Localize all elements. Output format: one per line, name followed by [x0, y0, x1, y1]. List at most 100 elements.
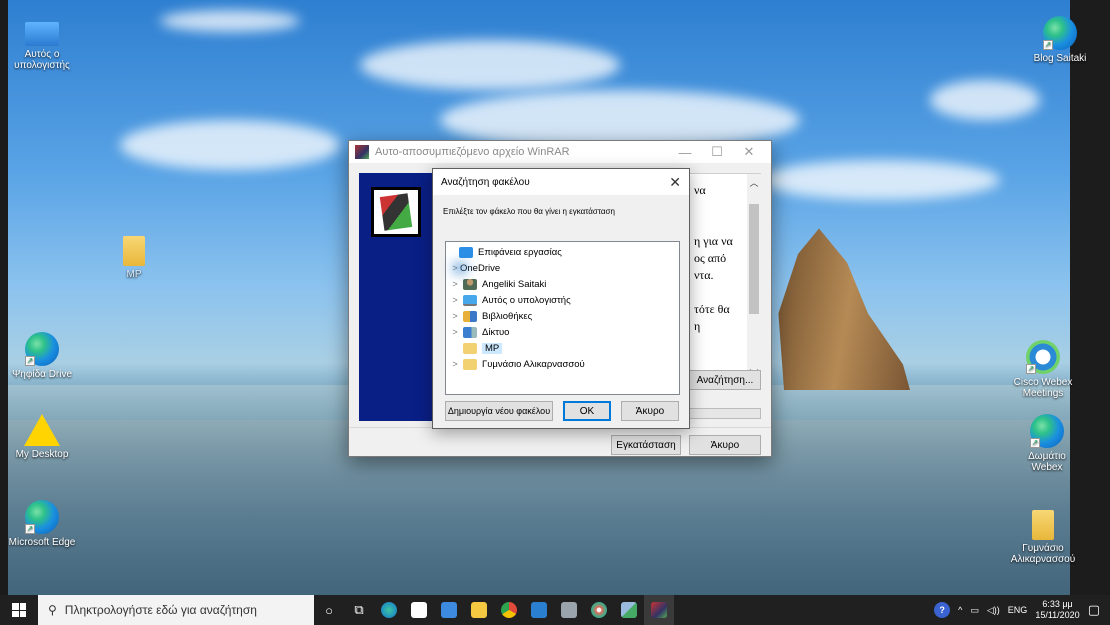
- close-icon[interactable]: ✕: [733, 144, 765, 160]
- desktop-icon-this-pc[interactable]: Αυτός ο υπολογιστής: [4, 16, 80, 71]
- browse-button[interactable]: Αναζήτηση...: [689, 370, 761, 390]
- dialog-title: Αναζήτηση φακέλου: [441, 176, 530, 188]
- desktop-icon: [459, 246, 473, 258]
- taskbar-search[interactable]: ⚲ Πληκτρολογήστε εδώ για αναζήτηση: [38, 595, 314, 625]
- desktop-icon-webex-room[interactable]: ↗ Δωμάτιο Webex: [1012, 414, 1082, 473]
- paint-icon[interactable]: [584, 595, 614, 625]
- dialog-hint: Επιλέξτε τον φάκελο που θα γίνει η εγκατ…: [443, 207, 615, 216]
- desktop-icon-label: My Desktop: [15, 449, 69, 460]
- chrome-icon[interactable]: [494, 595, 524, 625]
- scrollbar-thumb[interactable]: [749, 204, 759, 314]
- maximize-icon[interactable]: ☐: [701, 144, 733, 160]
- monitor-icon: [463, 294, 477, 306]
- taskbar: ⚲ Πληκτρολογήστε εδώ για αναζήτηση ○ ⧉ ?…: [0, 595, 1110, 625]
- desktop-icon-gymnasio-folder[interactable]: Γυμνάσιο Αλικαρνασσού: [1008, 510, 1078, 565]
- edge-taskbar-icon[interactable]: [374, 595, 404, 625]
- desktop-icon-cisco-webex[interactable]: ↗ Cisco Webex Meetings: [1008, 340, 1078, 399]
- info-scrollbar[interactable]: ︿ ﹀: [747, 174, 761, 382]
- chevron-right-icon[interactable]: >: [450, 311, 460, 321]
- cortana-icon[interactable]: ○: [314, 595, 344, 625]
- tree-item-libraries[interactable]: > Βιβλιοθήκες: [446, 308, 679, 324]
- calculator-icon[interactable]: [554, 595, 584, 625]
- shortcut-arrow-icon: ↗: [1030, 438, 1040, 448]
- task-view-icon[interactable]: ⧉: [344, 595, 374, 625]
- install-button[interactable]: Εγκατάσταση: [611, 435, 681, 455]
- tree-item-this-pc[interactable]: > Αυτός ο υπολογιστής: [446, 292, 679, 308]
- notification-icon[interactable]: ▢: [1088, 602, 1100, 618]
- desktop-icon-blog-saitaki[interactable]: ↗ Blog Saitaki: [1022, 16, 1098, 64]
- tree-item-desktop[interactable]: Επιφάνεια εργασίας: [446, 244, 679, 260]
- webex-icon: ↗: [1026, 340, 1060, 374]
- shortcut-arrow-icon: ↗: [1026, 364, 1036, 374]
- desktop-icon-psifida-drive[interactable]: ↗ Ψηφίδα Drive: [4, 332, 80, 380]
- progress-bar: [689, 408, 761, 419]
- archive-logo-icon: [371, 187, 421, 237]
- desktop-icon-label: Ψηφίδα Drive: [11, 369, 73, 380]
- desktop-icon-mp-folder[interactable]: MP: [96, 236, 172, 280]
- desktop-icon-label: Blog Saitaki: [1033, 53, 1087, 64]
- tree-item-network[interactable]: > Δίκτυο: [446, 324, 679, 340]
- folder-tree: Επιφάνεια εργασίας > OneDrive > Angeliki…: [445, 241, 680, 395]
- language-indicator[interactable]: ENG: [1008, 605, 1028, 615]
- tree-item-mp[interactable]: MP: [446, 340, 679, 356]
- help-icon[interactable]: ?: [934, 602, 951, 618]
- tree-item-user[interactable]: > Angeliki Saitaki: [446, 276, 679, 292]
- desktop-icon-microsoft-edge[interactable]: ↗ Microsoft Edge: [4, 500, 80, 548]
- rock-formation: [778, 228, 910, 390]
- chevron-up-icon[interactable]: ^: [958, 605, 962, 615]
- user-icon: [463, 278, 477, 290]
- mail-icon[interactable]: [524, 595, 554, 625]
- winrar-icon: [355, 145, 369, 159]
- network-icon[interactable]: ▭: [970, 605, 979, 616]
- tree-item-label: Επιφάνεια εργασίας: [478, 246, 562, 258]
- minimize-icon[interactable]: —: [669, 145, 701, 160]
- volume-icon[interactable]: ◁)): [987, 605, 1000, 616]
- window-title: Αυτο-αποσυμπιεζόμενο αρχείο WinRAR: [375, 146, 570, 158]
- desktop-icon-label: Cisco Webex Meetings: [1013, 377, 1073, 399]
- cloud-icon: [453, 264, 467, 272]
- dropbox-icon[interactable]: [434, 595, 464, 625]
- tree-item-label: Δίκτυο: [482, 326, 510, 338]
- close-icon[interactable]: ✕: [669, 174, 681, 191]
- edge-icon: ↗: [1043, 16, 1077, 50]
- library-icon: [463, 310, 477, 322]
- new-folder-button[interactable]: Δημιουργία νέου φακέλου: [445, 401, 553, 421]
- cancel-button[interactable]: Άκυρο: [689, 435, 761, 455]
- tree-item-label: Αυτός ο υπολογιστής: [482, 294, 571, 306]
- edge-icon: ↗: [25, 332, 59, 366]
- desktop-icon-label: Microsoft Edge: [8, 537, 76, 548]
- window-titlebar[interactable]: Αυτο-αποσυμπιεζόμενο αρχείο WinRAR — ☐ ✕: [349, 141, 771, 163]
- desktop-icon-label: Γυμνάσιο Αλικαρνασσού: [1010, 543, 1076, 565]
- chevron-right-icon[interactable]: >: [450, 327, 460, 337]
- chevron-up-icon[interactable]: ︿: [748, 176, 760, 189]
- tree-item-label: MP: [482, 342, 503, 354]
- cloud: [120, 120, 340, 170]
- chevron-right-icon[interactable]: >: [450, 279, 460, 289]
- ok-button[interactable]: OK: [563, 401, 611, 421]
- snip-tool-icon[interactable]: [614, 595, 644, 625]
- winrar-taskbar-icon[interactable]: [644, 595, 674, 625]
- tree-item-gymnasio[interactable]: > Γυμνάσιο Αλικαρνασσού: [446, 356, 679, 372]
- tree-item-onedrive[interactable]: > OneDrive: [446, 260, 679, 276]
- folder-icon: [463, 342, 477, 354]
- clock[interactable]: 6:33 μμ 15/11/2020: [1035, 599, 1079, 621]
- desktop-icon-label: Αυτός ο υπολογιστής: [14, 49, 70, 71]
- dialog-titlebar[interactable]: Αναζήτηση φακέλου ✕: [433, 169, 689, 195]
- desktop-icon-label: MP: [126, 269, 142, 280]
- file-explorer-icon[interactable]: [464, 595, 494, 625]
- start-button[interactable]: [0, 595, 38, 625]
- cloud: [160, 10, 300, 32]
- winrar-banner: [359, 173, 441, 421]
- network-icon: [463, 326, 477, 338]
- cancel-button[interactable]: Άκυρο: [621, 401, 679, 421]
- desktop-icon-my-desktop[interactable]: My Desktop: [4, 414, 80, 460]
- windows-logo-icon: [12, 603, 26, 617]
- system-tray: ? ^ ▭ ◁)) ENG 6:33 μμ 15/11/2020 ▢: [934, 599, 1110, 621]
- search-icon: ⚲: [48, 603, 57, 617]
- chevron-right-icon[interactable]: >: [450, 359, 460, 369]
- chevron-right-icon[interactable]: >: [450, 295, 460, 305]
- computer-icon: [25, 22, 59, 46]
- store-icon[interactable]: [404, 595, 434, 625]
- edge-icon: ↗: [1030, 414, 1064, 448]
- browse-folder-dialog: Αναζήτηση φακέλου ✕ Επιλέξτε τον φάκελο …: [432, 168, 690, 429]
